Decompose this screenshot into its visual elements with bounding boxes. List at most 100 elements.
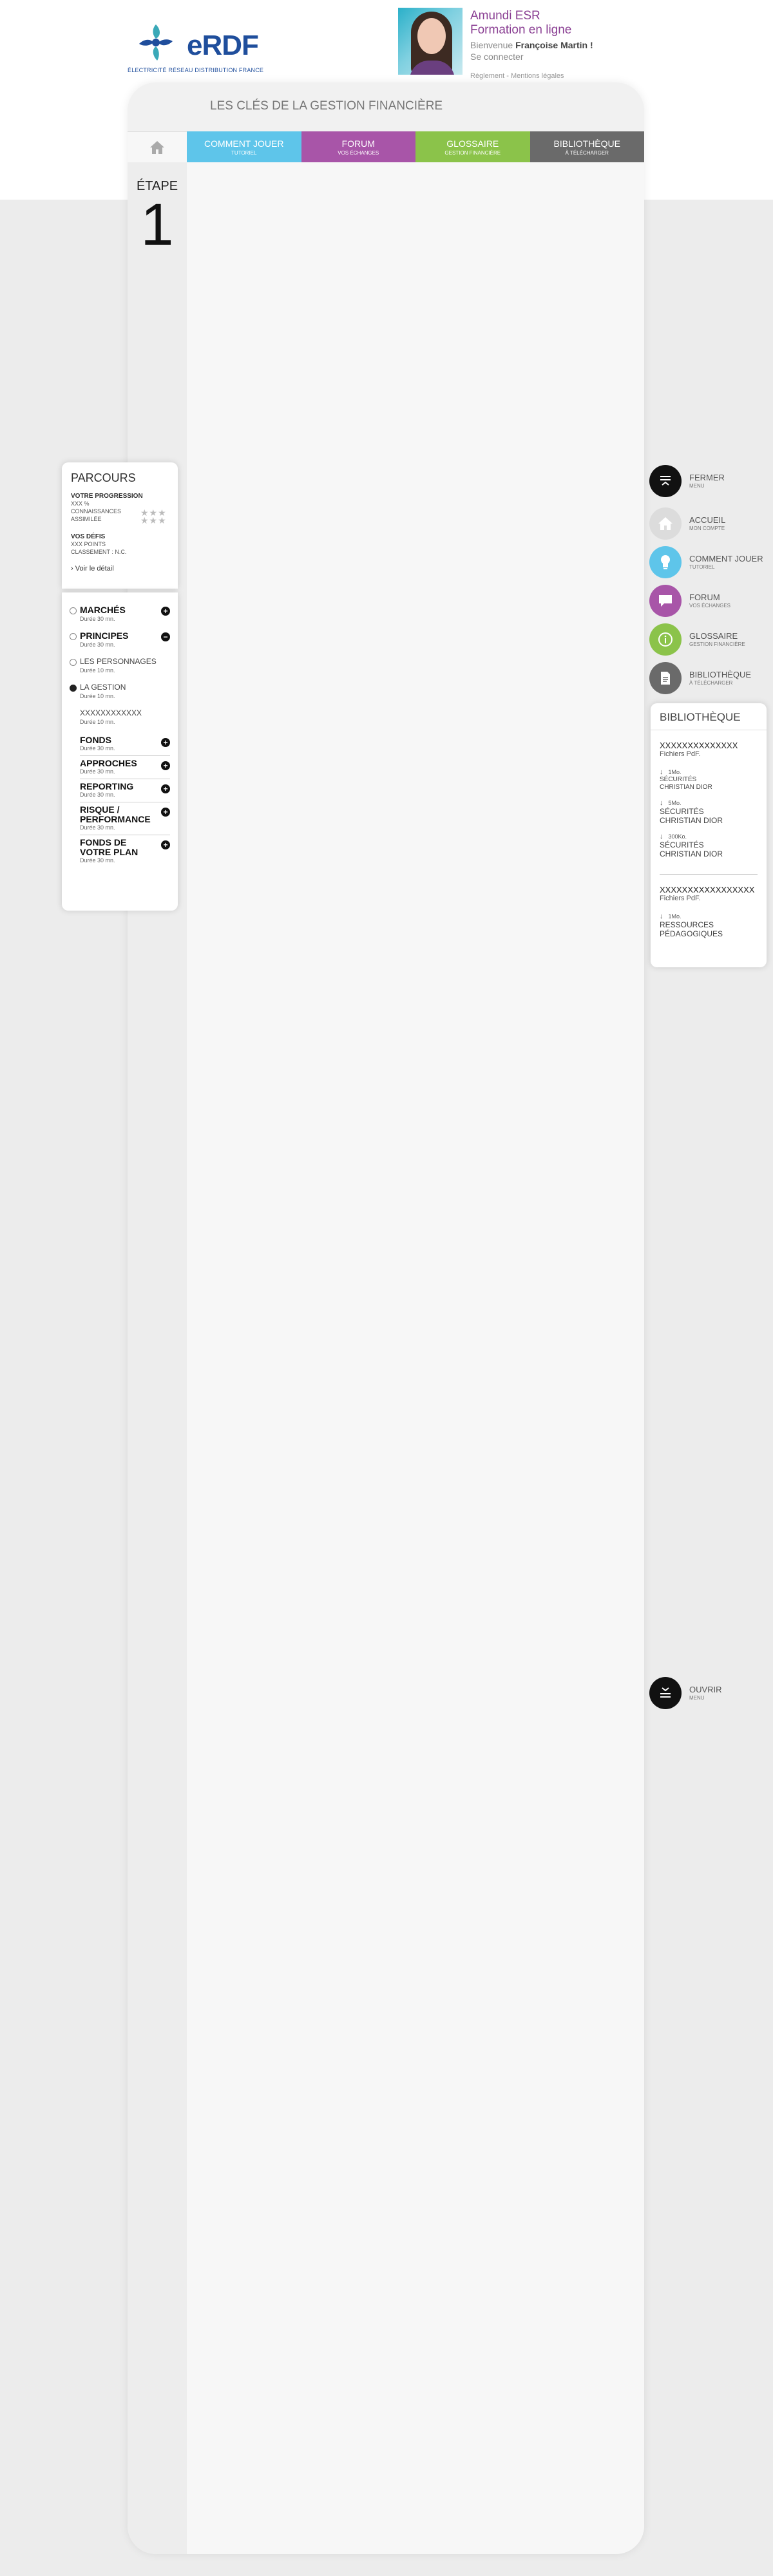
menu-label: ACCUEIL — [689, 515, 726, 525]
sub-module-item[interactable]: REPORTING Durée 30 mn. + — [80, 779, 170, 802]
tab-sublabel: À TÉLÉCHARGER — [565, 149, 609, 156]
menu-glossaire[interactable]: GLOSSAIRE GESTION FINANCIÈRE — [649, 623, 772, 656]
file-name-line1: SÉCURITÉS — [660, 840, 704, 849]
tab-label: GLOSSAIRE — [446, 138, 499, 149]
library-file[interactable]: ↓ 1Mo. RESSOURCES PÉDAGOGIQUES — [660, 913, 758, 938]
tab-label: BIBLIOTHÈQUE — [553, 138, 620, 149]
tab-forum[interactable]: FORUM VOS ÉCHANGES — [301, 131, 415, 162]
module-status-icon — [70, 659, 77, 666]
library-group-title: XXXXXXXXXXXXXXXXX — [660, 885, 755, 895]
module-duration: Durée 30 mn. — [80, 616, 115, 622]
library-group-title: XXXXXXXXXXXXXX — [660, 741, 738, 750]
legal-links[interactable]: Règlement - Mentions légales — [470, 72, 564, 80]
sub-module-item[interactable]: FONDS DE VOTRE PLAN Durée 30 mn. + — [80, 835, 170, 867]
sub-module-duration: Durée 30 mn. — [80, 768, 115, 775]
file-size: 1Mo. — [668, 913, 682, 920]
menu-fermer[interactable]: FERMER MENU — [649, 465, 772, 497]
site-title-line2: Formation en ligne — [470, 23, 572, 37]
page-title: LES CLÉS DE LA GESTION FINANCIÈRE — [210, 99, 443, 113]
menu-accueil[interactable]: ACCUEIL MON COMPTE — [649, 507, 772, 540]
home-icon — [649, 507, 682, 540]
tab-comment-jouer[interactable]: COMMENT JOUER TUTORIEL — [187, 131, 301, 162]
login-link[interactable]: Se connecter — [470, 52, 524, 62]
module-item[interactable]: MARCHÉS Durée 30 mn. + — [70, 605, 170, 622]
tab-label: FORUM — [341, 138, 375, 149]
file-name-line2: CHRISTIAN DIOR — [660, 816, 723, 825]
download-icon: ↓ — [660, 913, 663, 920]
user-box: Amundi ESR Formation en ligne Bienvenue … — [398, 8, 604, 80]
download-icon: ↓ — [660, 799, 663, 807]
menu-ouvrir[interactable]: OUVRIR MENU — [649, 1677, 772, 1709]
logo-brand-text: eRDF — [187, 30, 259, 61]
open-menu-icon — [649, 1677, 682, 1709]
expand-icon[interactable]: + — [161, 808, 170, 817]
menu-label: BIBLIOTHÈQUE — [689, 670, 752, 679]
library-group: XXXXXXXXXXXXXX Fichiers PdF. ↓ 1Mo. SÉCUR… — [651, 730, 767, 858]
menu-sublabel: MON COMPTE — [689, 526, 725, 531]
welcome-text: Bienvenue Françoise Martin ! — [470, 40, 593, 50]
logo-tagline: ÉLECTRICITÉ RÉSEAU DISTRIBUTION FRANCE — [128, 67, 264, 73]
menu-label: COMMENT JOUER — [689, 554, 763, 564]
sub-module-name: APPROCHES — [80, 758, 137, 768]
chat-bubble-icon — [649, 585, 682, 617]
parcours-panel: PARCOURS VOTRE PROGRESSION XXX % CONNAIS… — [62, 462, 178, 589]
progress-title: VOTRE PROGRESSION — [71, 493, 143, 500]
expand-icon[interactable]: + — [161, 738, 170, 747]
file-size: 300Ko. — [668, 833, 687, 840]
file-name-line1: SÉCURITÉS — [660, 776, 697, 783]
module-duration: Durée 10 mn. — [80, 719, 115, 725]
sub-module-item[interactable]: FONDS Durée 30 mn. + — [80, 733, 170, 755]
document-icon — [649, 662, 682, 694]
library-file[interactable]: ↓ 1Mo. SÉCURITÉS CHRISTIAN DIOR — [660, 768, 758, 791]
etape-indicator: ÉTAPE 1 — [128, 179, 187, 256]
close-menu-icon — [649, 465, 682, 497]
defis-title: VOS DÉFIS — [71, 533, 106, 540]
sub-module-name: FONDS DE VOTRE PLAN — [80, 837, 138, 857]
module-item[interactable]: LES PERSONNAGES Durée 10 mn. — [70, 657, 170, 674]
library-panel: BIBLIOTHÈQUE XXXXXXXXXXXXXX Fichiers PdF… — [651, 703, 767, 967]
menu-bibliotheque[interactable]: BIBLIOTHÈQUE À TÉLÉCHARGER — [649, 662, 772, 694]
tab-glossaire[interactable]: GLOSSAIRE GESTION FINANCIÈRE — [415, 131, 530, 162]
module-item[interactable]: LA GESTION Durée 10 mn. — [70, 683, 170, 699]
main-frame: LES CLÉS DE LA GESTION FINANCIÈRE COMMEN… — [128, 82, 644, 2554]
module-item[interactable]: PRINCIPES Durée 30 mn. − — [70, 631, 170, 648]
file-size: 5Mo. — [668, 800, 682, 806]
home-icon — [150, 140, 164, 154]
tab-bibliotheque[interactable]: BIBLIOTHÈQUE À TÉLÉCHARGER — [530, 131, 644, 162]
library-group-subtitle: Fichiers PdF. — [660, 895, 701, 902]
sub-module-duration: Durée 30 mn. — [80, 791, 115, 798]
library-file[interactable]: ↓ 5Mo. SÉCURITÉS CHRISTIAN DIOR — [660, 799, 758, 825]
library-group-subtitle: Fichiers PdF. — [660, 750, 701, 758]
menu-label: FERMER — [689, 473, 725, 482]
download-icon: ↓ — [660, 833, 663, 840]
expand-icon[interactable]: + — [161, 784, 170, 793]
sub-module-name: FONDS — [80, 735, 111, 745]
sub-module-name: REPORTING — [80, 781, 134, 791]
expand-icon[interactable]: + — [161, 840, 170, 849]
expand-icon[interactable]: + — [161, 607, 170, 616]
detail-link[interactable]: › Voir le détail — [71, 565, 169, 573]
avatar — [398, 8, 463, 75]
menu-sublabel: TUTORIEL — [689, 564, 715, 570]
menu-comment-jouer[interactable]: COMMENT JOUER TUTORIEL — [649, 546, 772, 578]
module-duration: Durée 10 mn. — [80, 667, 115, 674]
menu-sublabel: À TÉLÉCHARGER — [689, 680, 733, 686]
expand-icon[interactable]: + — [161, 761, 170, 770]
module-item[interactable]: XXXXXXXXXXXX Durée 10 mn. — [70, 708, 170, 725]
collapse-icon[interactable]: − — [161, 632, 170, 641]
module-duration: Durée 10 mn. — [80, 693, 115, 699]
menu-label: GLOSSAIRE — [689, 631, 738, 641]
sub-module-duration: Durée 30 mn. — [80, 824, 115, 831]
defis-points: XXX POINTS — [71, 541, 106, 547]
file-name-line2: CHRISTIAN DIOR — [660, 849, 723, 858]
menu-forum[interactable]: FORUM VOS ÉCHANGES — [649, 585, 772, 617]
module-duration: Durée 30 mn. — [80, 641, 115, 648]
sub-module-item[interactable]: APPROCHES Durée 30 mn. + — [80, 755, 170, 779]
file-name-line1: SÉCURITÉS — [660, 807, 704, 816]
erdf-logo[interactable]: eRDF ÉLECTRICITÉ RÉSEAU DISTRIBUTION FRA… — [128, 18, 282, 77]
tab-home[interactable] — [128, 131, 187, 162]
sub-module-duration: Durée 30 mn. — [80, 745, 115, 752]
library-file[interactable]: ↓ 300Ko. SÉCURITÉS CHRISTIAN DIOR — [660, 833, 758, 858]
sub-module-item[interactable]: RISQUE / PERFORMANCE Durée 30 mn. + — [80, 802, 170, 835]
module-name: LES PERSONNAGES — [80, 657, 157, 666]
